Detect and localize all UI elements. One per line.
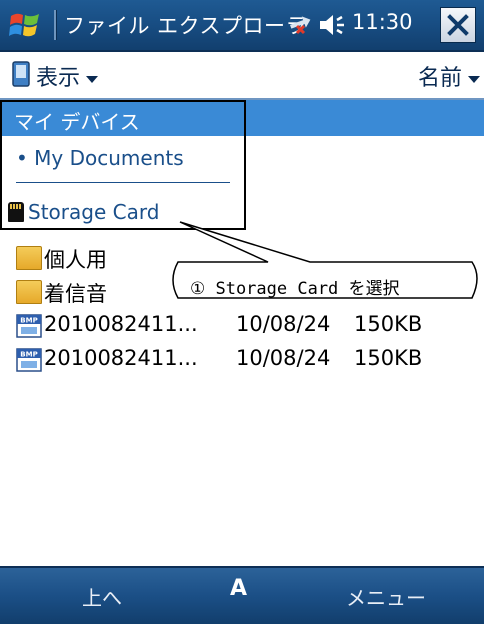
view-menu-label: 表示 [36, 66, 81, 91]
close-button[interactable] [440, 7, 476, 43]
menu-item-label: • My Documents [16, 146, 184, 170]
folder-icon [16, 246, 42, 270]
sort-menu-button[interactable]: 名前 [418, 60, 480, 92]
title-bar: ファイル エクスプローラ 11:30 [0, 0, 484, 52]
toolbar-header: 表示 名前 [0, 52, 484, 98]
menu-softkey[interactable]: メニュー [346, 582, 426, 611]
windows-start-icon[interactable] [8, 9, 42, 41]
clock[interactable]: 11:30 [352, 10, 413, 34]
close-icon [447, 14, 469, 36]
file-name: 着信音 [44, 282, 107, 306]
input-panel-button[interactable]: A [230, 576, 247, 601]
bmp-file-icon: BMP [16, 314, 42, 338]
svg-text:BMP: BMP [20, 351, 37, 359]
file-date: 10/08/24 [236, 346, 331, 370]
list-item[interactable]: BMP 2010082411... 10/08/24 150KB [16, 310, 476, 344]
list-item[interactable]: BMP 2010082411... 10/08/24 150KB [16, 344, 476, 378]
file-size: 150KB [354, 346, 423, 370]
sd-card-icon [8, 202, 24, 222]
callout-text: ① Storage Card を選択 [190, 279, 400, 299]
file-name: 個人用 [44, 248, 107, 272]
volume-icon[interactable] [318, 13, 348, 37]
file-date: 10/08/24 [236, 312, 331, 336]
sort-menu-label: 名前 [417, 66, 462, 91]
softkey-bar: 上へ A メニュー [0, 566, 484, 624]
file-name: 2010082411... [44, 312, 198, 336]
menu-item-storage-card[interactable]: Storage Card [8, 200, 159, 224]
view-menu-button[interactable]: 表示 [36, 60, 99, 92]
title-separator [54, 10, 57, 40]
svg-text:BMP: BMP [20, 317, 37, 325]
menu-item-label: マイ デバイス [14, 110, 140, 134]
location-dropdown-menu: マイ デバイス • My Documents Storage Card [0, 100, 246, 230]
list-item[interactable]: 個人用 [16, 242, 476, 276]
menu-item-label: Storage Card [28, 200, 160, 224]
device-icon [12, 61, 30, 87]
chevron-down-icon [468, 75, 480, 83]
file-size: 150KB [354, 312, 423, 336]
file-name: 2010082411... [44, 346, 198, 370]
bmp-file-icon: BMP [16, 348, 42, 372]
window-title: ファイル エクスプローラ [64, 14, 308, 38]
chevron-down-icon [86, 75, 99, 83]
menu-item-my-device[interactable]: マイ デバイス [2, 102, 244, 136]
up-softkey[interactable]: 上へ [82, 582, 122, 611]
menu-separator [16, 182, 230, 183]
connectivity-icon[interactable] [287, 12, 315, 38]
folder-icon [16, 280, 42, 304]
menu-item-my-documents[interactable]: • My Documents [16, 146, 184, 170]
